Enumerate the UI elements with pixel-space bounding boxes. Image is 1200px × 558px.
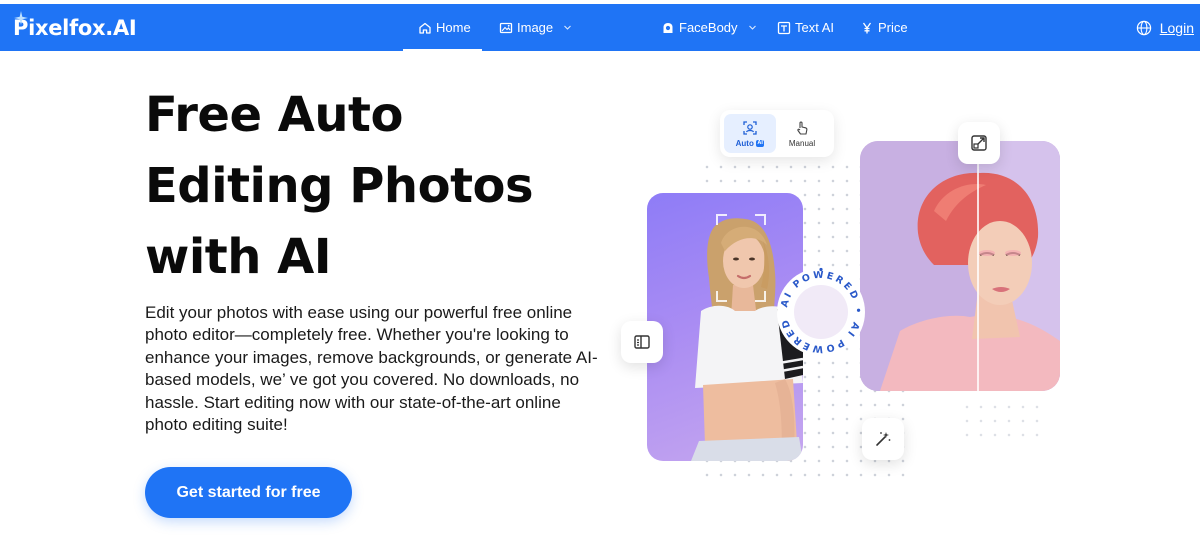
ai-badge: AI xyxy=(755,139,765,147)
nav-item-label: Price xyxy=(878,20,908,35)
home-icon xyxy=(418,21,432,35)
nav-item-label: FaceBody xyxy=(679,20,738,35)
dot-grid-decoration xyxy=(960,400,1040,440)
nav-right: Login xyxy=(1136,4,1194,51)
auto-mode-button[interactable]: Auto AI xyxy=(724,114,776,153)
logo-text: Pixelfox.AI xyxy=(13,16,137,40)
nav-item-home[interactable]: Home xyxy=(403,4,482,52)
face-scan-icon xyxy=(742,120,758,136)
nav-item-text-ai[interactable]: Text AI xyxy=(777,4,860,51)
image-icon xyxy=(499,21,513,35)
expand-button[interactable] xyxy=(958,122,1000,164)
chevron-down-icon xyxy=(748,23,757,32)
nav-item-label: Image xyxy=(517,20,554,35)
compare-icon xyxy=(632,332,652,352)
auto-label-text: Auto xyxy=(735,138,754,148)
mode-toggle: Auto AI Manual xyxy=(720,110,834,157)
text-ai-icon xyxy=(777,21,791,35)
face-body-icon xyxy=(661,21,675,35)
expand-icon xyxy=(969,133,989,153)
nav-item-label: Home xyxy=(436,20,471,35)
red-hair-portrait-image xyxy=(860,141,1060,391)
hero-title: Free Auto Editing Photos with AI xyxy=(145,87,534,285)
chevron-down-icon xyxy=(563,23,572,32)
get-started-button[interactable]: Get started for free xyxy=(145,467,352,518)
manual-mode-button[interactable]: Manual xyxy=(776,114,828,153)
nav-item-label: Text AI xyxy=(795,20,835,35)
login-link[interactable]: Login xyxy=(1160,20,1194,36)
magic-wand-button[interactable] xyxy=(862,418,904,460)
globe-icon[interactable] xyxy=(1136,20,1152,36)
nav-item-facebody[interactable]: FaceBody xyxy=(661,4,777,51)
magic-wand-icon xyxy=(873,429,893,449)
top-nav-bar: Pixelfox.AI Home Image FaceBody Text AI … xyxy=(0,4,1200,52)
hero-description: Edit your photos with ease using our pow… xyxy=(145,303,598,435)
auto-mode-label: Auto AI xyxy=(736,139,765,148)
sparkle-icon xyxy=(14,11,28,25)
after-photo-card xyxy=(860,141,1060,391)
hand-pointer-icon xyxy=(794,120,810,136)
hero-illustration: Auto AI Manual AI POWERED • AI POWERED xyxy=(600,100,1080,490)
nav-item-price[interactable]: Price xyxy=(860,4,920,51)
nav-item-image[interactable]: Image xyxy=(482,4,661,51)
manual-mode-label: Manual xyxy=(788,138,816,148)
logo[interactable]: Pixelfox.AI xyxy=(13,11,137,42)
yen-icon xyxy=(860,21,874,35)
compare-button[interactable] xyxy=(621,321,663,363)
main-menu: Home Image FaceBody Text AI Price xyxy=(403,4,920,52)
ai-powered-badge: AI POWERED • AI POWERED • xyxy=(775,266,865,356)
